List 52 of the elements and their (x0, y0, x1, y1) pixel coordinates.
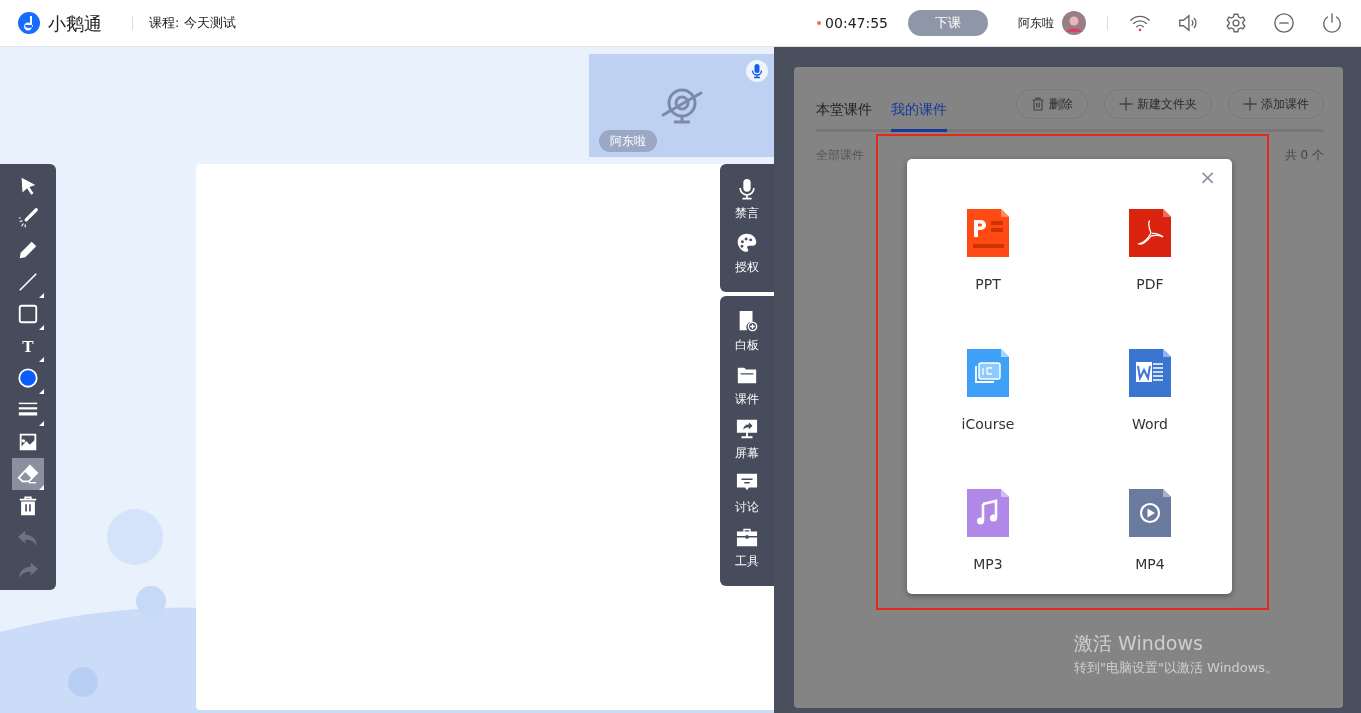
trash-icon (17, 495, 39, 517)
toolbar-button[interactable]: 白板 (720, 306, 774, 360)
plus-icon (1119, 97, 1133, 111)
screen-share-icon (736, 418, 758, 440)
item-count: 共 0 个 (1284, 147, 1324, 164)
toolbar-button[interactable]: 工具 (720, 522, 774, 576)
recording-dot-icon (817, 21, 822, 25)
microphone-icon[interactable] (746, 60, 768, 82)
user-name: 阿东啦 (1018, 15, 1054, 32)
file-type-option[interactable]: Word (1069, 349, 1231, 435)
video-file-icon (1129, 489, 1171, 537)
file-type-option[interactable]: MP4 (1069, 489, 1231, 575)
pdf-file-icon (1129, 209, 1171, 257)
toolbar-button[interactable]: 授权 (720, 228, 774, 282)
music-file-icon (967, 489, 1009, 537)
plus-icon (1243, 97, 1257, 111)
file-type-option[interactable]: PDF (1069, 209, 1231, 295)
eraser-icon (17, 463, 39, 485)
presentation-file-icon (967, 209, 1009, 257)
class-timer: 00:47:55 (825, 13, 888, 33)
logo-icon (18, 12, 40, 34)
tab[interactable]: 本堂课件 (816, 89, 872, 132)
document-file-icon (1129, 349, 1171, 397)
settings-icon[interactable] (1225, 12, 1247, 34)
speaker-icon[interactable] (1177, 12, 1199, 34)
course-title: 课程: 今天测试 (149, 14, 236, 33)
laser-pointer-icon (17, 207, 39, 229)
toolbar-button[interactable]: 禁言 (720, 174, 774, 228)
activation-hint: 转到"电脑设置"以激活 Windows。 (1074, 658, 1279, 677)
power-icon[interactable] (1321, 12, 1343, 34)
activation-title: 激活 Windows (1074, 631, 1204, 656)
toolbar-button[interactable]: 屏幕 (720, 414, 774, 468)
pen-icon (17, 239, 39, 261)
line-icon (17, 271, 39, 293)
text-tool-button[interactable]: T (12, 330, 44, 362)
file-type-option[interactable]: MP3 (907, 489, 1069, 575)
participant-name: 阿东啦 (599, 130, 657, 152)
file-type-option[interactable]: PPT (907, 209, 1069, 295)
whiteboard[interactable]: 禁言 授权 白板 课件 屏幕 讨论 工具 (196, 164, 774, 710)
palette-icon (736, 232, 758, 254)
microphone-icon (736, 178, 758, 200)
image-icon (17, 431, 39, 453)
trash-icon (1031, 97, 1045, 111)
app-name: 小鹅通 (48, 11, 102, 36)
rectangle-icon (17, 303, 39, 325)
avatar[interactable] (1062, 11, 1086, 35)
minimize-icon[interactable] (1273, 12, 1295, 34)
toolbox-icon (736, 526, 758, 548)
toolbar-button[interactable]: 讨论 (720, 468, 774, 522)
course-file-icon (967, 349, 1009, 397)
toolbar-button[interactable]: 课件 (720, 360, 774, 414)
file-type-option[interactable]: iCourse (907, 349, 1069, 435)
